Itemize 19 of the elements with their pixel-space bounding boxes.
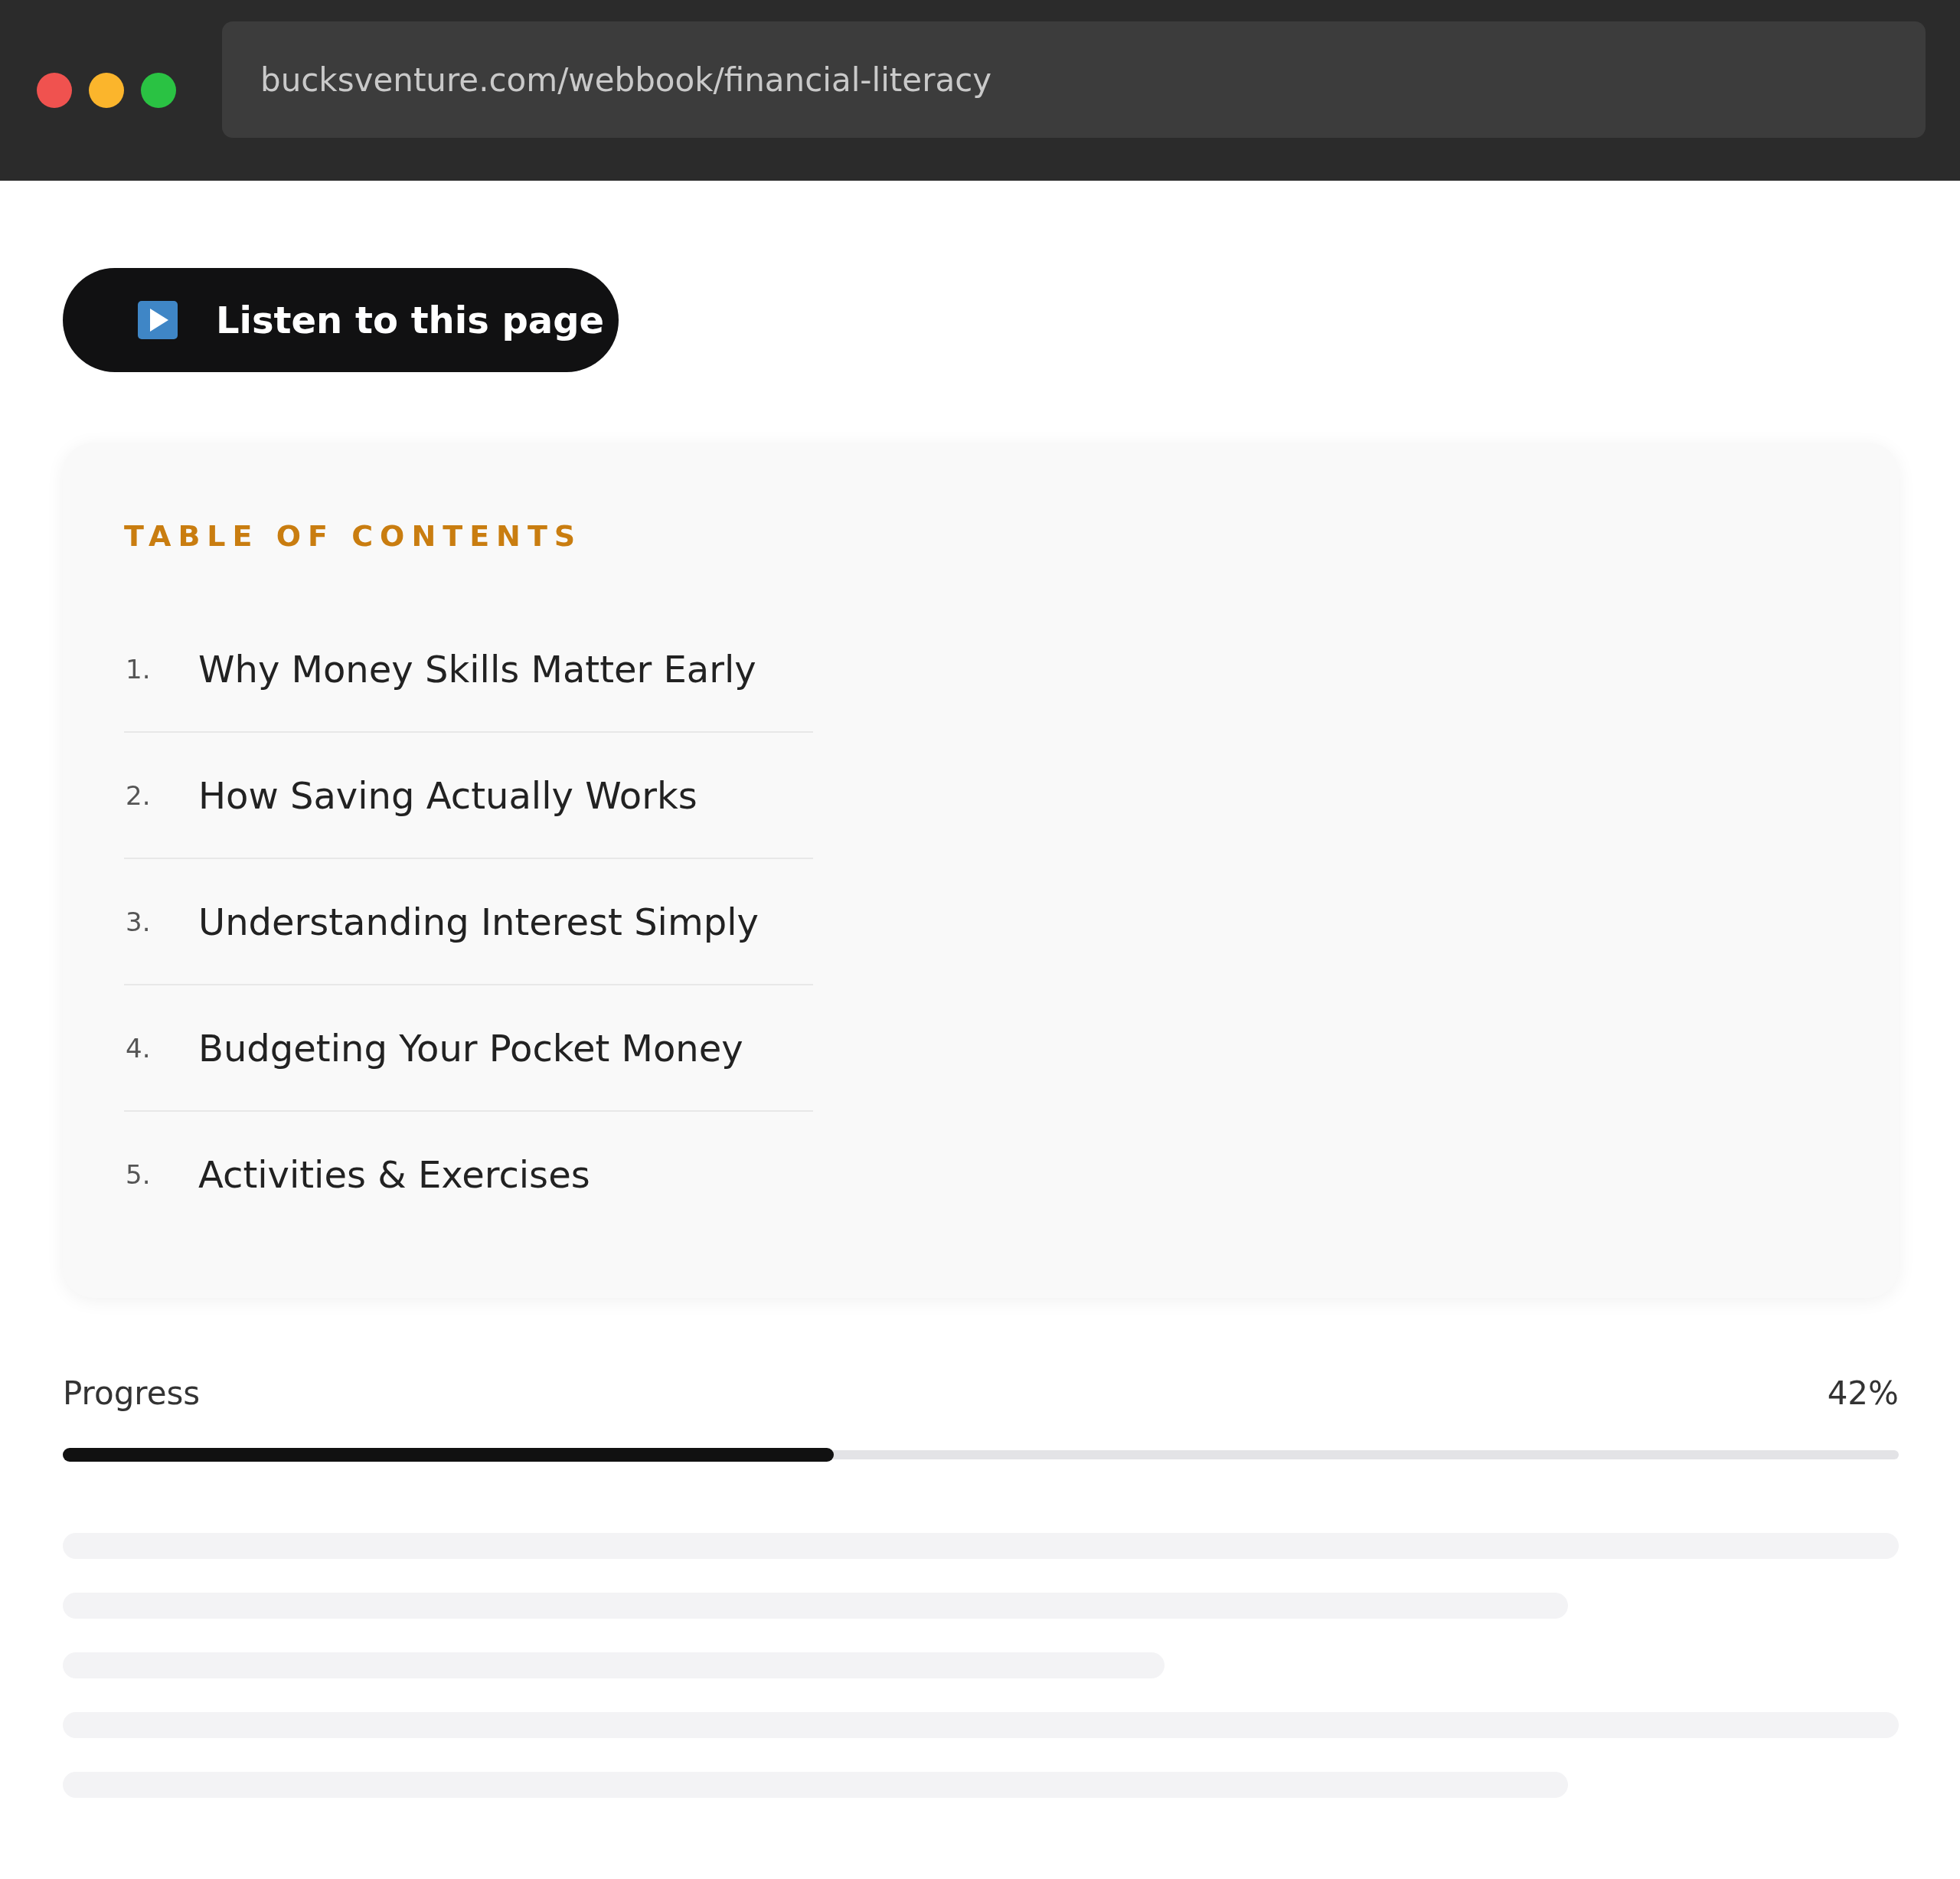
chapter-link[interactable]: Budgeting Your Pocket Money	[198, 1026, 743, 1070]
chapter-link[interactable]: Why Money Skills Matter Early	[198, 647, 756, 691]
chapter-link[interactable]: How Saving Actually Works	[198, 773, 697, 817]
play-icon	[138, 301, 178, 339]
contents-heading: TABLE OF CONTENTS	[124, 519, 583, 553]
item-number: 4.	[125, 1032, 152, 1064]
minimize-window-dot[interactable]	[89, 73, 124, 108]
item-number: 3.	[125, 906, 152, 937]
item-number: 2.	[125, 779, 152, 811]
address-bar[interactable]: bucksventure.com/webbook/financial-literacy	[222, 21, 1926, 138]
item-number: 1.	[125, 653, 152, 685]
maximize-window-dot[interactable]	[141, 73, 176, 108]
progress-reading: 42%	[1827, 1374, 1899, 1412]
listen-button[interactable]: Listen to this page	[63, 268, 619, 372]
close-window-dot[interactable]	[37, 73, 72, 108]
chapter-link[interactable]: Understanding Interest Simply	[198, 900, 759, 943]
chapter-link[interactable]: Activities & Exercises	[198, 1152, 590, 1196]
item-number: 5.	[125, 1158, 152, 1190]
progress-label: Progress	[63, 1374, 201, 1412]
